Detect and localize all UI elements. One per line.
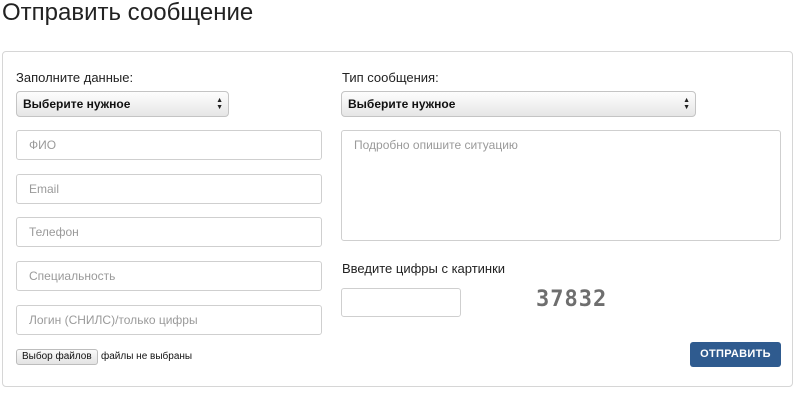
- phone-placeholder: Телефон: [29, 225, 79, 239]
- select-arrows-icon: ▲ ▼: [216, 97, 223, 111]
- message-type-select-value: Выберите нужное: [348, 97, 456, 111]
- captcha-input[interactable]: [341, 288, 461, 317]
- message-placeholder: Подробно опишите ситуацию: [354, 138, 518, 152]
- message-type-select[interactable]: Выберите нужное ▲ ▼: [341, 91, 696, 117]
- category-select[interactable]: Выберите нужное ▲ ▼: [16, 91, 229, 117]
- category-select-value: Выберите нужное: [23, 97, 131, 111]
- email-field[interactable]: Email: [16, 174, 322, 204]
- email-placeholder: Email: [29, 182, 60, 196]
- page-title: Отправить сообщение: [2, 0, 254, 26]
- login-snils-field[interactable]: Логин (СНИЛС)/только цифры: [16, 305, 322, 335]
- captcha-image: 37832: [536, 287, 608, 312]
- select-arrows-icon: ▲ ▼: [683, 97, 690, 111]
- captcha-label: Введите цифры с картинки: [342, 261, 506, 276]
- specialty-field[interactable]: Специальность: [16, 261, 322, 291]
- login-snils-placeholder: Логин (СНИЛС)/только цифры: [29, 313, 198, 327]
- specialty-placeholder: Специальность: [29, 269, 116, 283]
- choose-files-button[interactable]: Выбор файлов: [16, 349, 98, 365]
- file-status-text: файлы не выбраны: [101, 351, 193, 362]
- fio-field[interactable]: ФИО: [16, 130, 322, 160]
- fill-data-label: Заполните данные:: [16, 70, 134, 85]
- submit-button[interactable]: ОТПРАВИТЬ: [690, 342, 781, 367]
- phone-field[interactable]: Телефон: [16, 217, 322, 247]
- message-type-label: Тип сообщения:: [342, 70, 439, 85]
- message-textarea[interactable]: Подробно опишите ситуацию: [341, 130, 781, 241]
- fio-placeholder: ФИО: [29, 138, 57, 152]
